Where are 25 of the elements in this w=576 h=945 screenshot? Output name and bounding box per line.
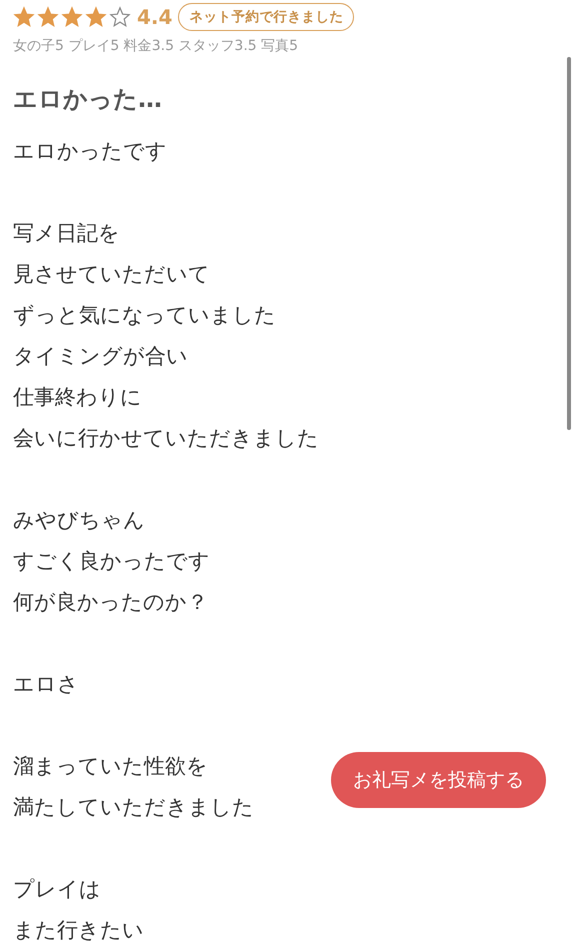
filled-star-icon [61,6,83,28]
filled-star-icon [13,6,35,28]
sub-ratings: 女の子5 プレイ5 料金3.5 スタッフ3.5 写真5 [13,37,300,56]
review-line: タイミングが合い [13,343,188,370]
post-photo-button[interactable]: お礼写メを投稿する [331,752,546,808]
review-line: 見させていただいて [13,261,210,288]
filled-star-icon [85,6,107,28]
review-line: プレイは [13,876,101,903]
review-line: 写メ日記を [13,220,120,247]
review-line: ずっと気になっていました [13,302,276,329]
review-line: 何が良かったのか？ [13,589,208,616]
review-line: エロさ [13,671,79,698]
review-line: 仕事終わりに [13,384,142,411]
review-line: 会いに行かせていただきました [13,425,319,452]
review-line: エロかったです [13,138,167,165]
review-title: エロかった… [13,84,163,115]
rating-score: 4.4 [137,4,172,31]
empty-star-icon [109,6,131,28]
booking-badge: ネット予約で行きました [178,2,354,32]
review-line: 満たしていただきました [13,794,254,821]
review-line: また行きたい [13,917,144,944]
review-line: みやびちゃん [13,507,145,534]
filled-star-icon [37,6,59,28]
review-line: すごく良かったです [13,548,210,575]
review-line: 溜まっていた性欲を [13,753,208,780]
